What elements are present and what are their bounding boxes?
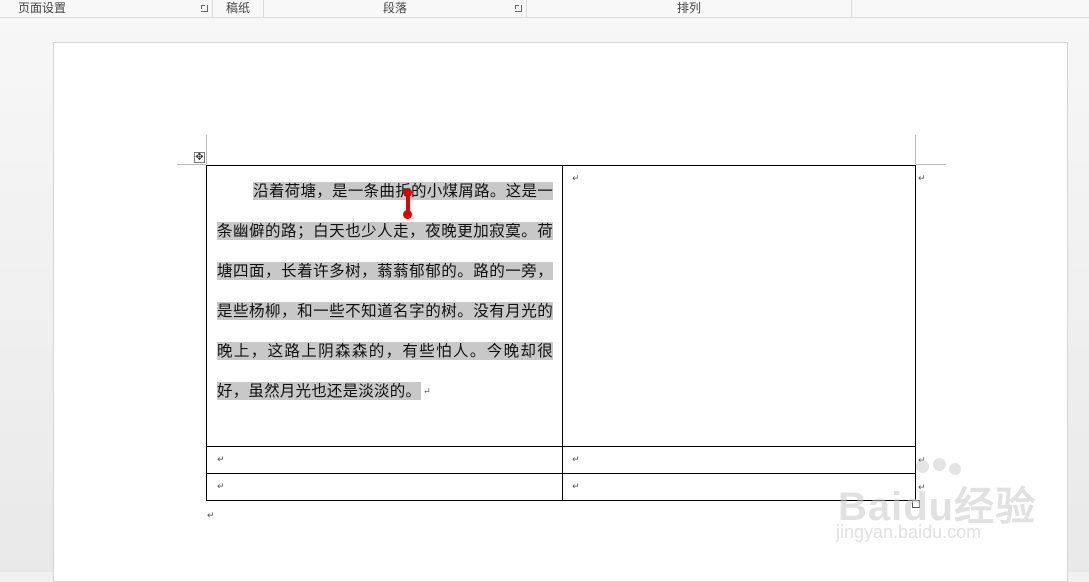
crop-mark-top-right-h bbox=[916, 164, 946, 165]
group-paragraph-label: 段落 bbox=[382, 1, 407, 15]
group-paragraph: 段落 bbox=[264, 0, 527, 17]
crop-mark-top-left-h bbox=[177, 164, 206, 165]
selection-cursor-bottom-dot[interactable] bbox=[403, 210, 412, 219]
group-manuscript: 稿纸 bbox=[213, 0, 264, 17]
group-page-setup-label: 页面设置 bbox=[18, 1, 67, 15]
selection-cursor-top-dot[interactable] bbox=[403, 188, 412, 197]
paragraph-mark: ↵ bbox=[572, 482, 580, 492]
baidu-watermark: Baidu经验 jingyan.baidu.com bbox=[830, 458, 1080, 553]
paw-icon bbox=[933, 458, 946, 471]
table-move-handle-icon[interactable]: ✥ bbox=[194, 152, 205, 163]
crop-mark-top-left-v bbox=[206, 135, 207, 164]
end-paragraph-mark: ↵ bbox=[207, 511, 215, 521]
group-manuscript-label: 稿纸 bbox=[225, 1, 250, 15]
selected-text[interactable]: 沿着荷塘，是一条曲折的小煤屑路。这是一条幽僻的路；白天也少人走，夜晚更加寂寞。荷… bbox=[217, 182, 553, 400]
paragraph-mark: ↵ bbox=[423, 387, 431, 397]
paragraph-mark: ↵ bbox=[217, 482, 225, 492]
paragraph-mark: ↵ bbox=[572, 455, 580, 465]
document-table: 沿着荷塘，是一条曲折的小煤屑路。这是一条幽僻的路；白天也少人走，夜晚更加寂寞。荷… bbox=[206, 165, 916, 501]
table-cell-r1c1[interactable]: 沿着荷塘，是一条曲折的小煤屑路。这是一条幽僻的路；白天也少人走，夜晚更加寂寞。荷… bbox=[206, 165, 563, 447]
table-cell-r3c1[interactable]: ↵ bbox=[206, 473, 563, 501]
table-cell-r2c1[interactable]: ↵ bbox=[206, 446, 563, 474]
end-of-row-mark: ↵ bbox=[918, 174, 926, 184]
watermark-url: jingyan.baidu.com bbox=[836, 522, 982, 542]
cell-paragraph[interactable]: 沿着荷塘，是一条曲折的小煤屑路。这是一条幽僻的路；白天也少人走，夜晚更加寂寞。荷… bbox=[207, 166, 562, 412]
page-setup-dialog-launcher-icon[interactable] bbox=[201, 5, 208, 12]
crop-mark-top-right-v bbox=[915, 135, 916, 164]
table-cell-r1c2[interactable]: ↵ bbox=[562, 165, 916, 447]
group-page-setup: 页面设置 bbox=[0, 0, 213, 17]
paw-icon bbox=[916, 460, 929, 473]
ribbon-group-labels: 页面设置 稿纸 段落 排列 bbox=[0, 0, 1089, 18]
paragraph-dialog-launcher-icon[interactable] bbox=[515, 5, 522, 12]
group-arrange-label: 排列 bbox=[676, 1, 701, 15]
group-arrange: 排列 bbox=[527, 0, 852, 17]
paragraph-mark: ↵ bbox=[217, 455, 225, 465]
paragraph-mark: ↵ bbox=[572, 174, 580, 184]
